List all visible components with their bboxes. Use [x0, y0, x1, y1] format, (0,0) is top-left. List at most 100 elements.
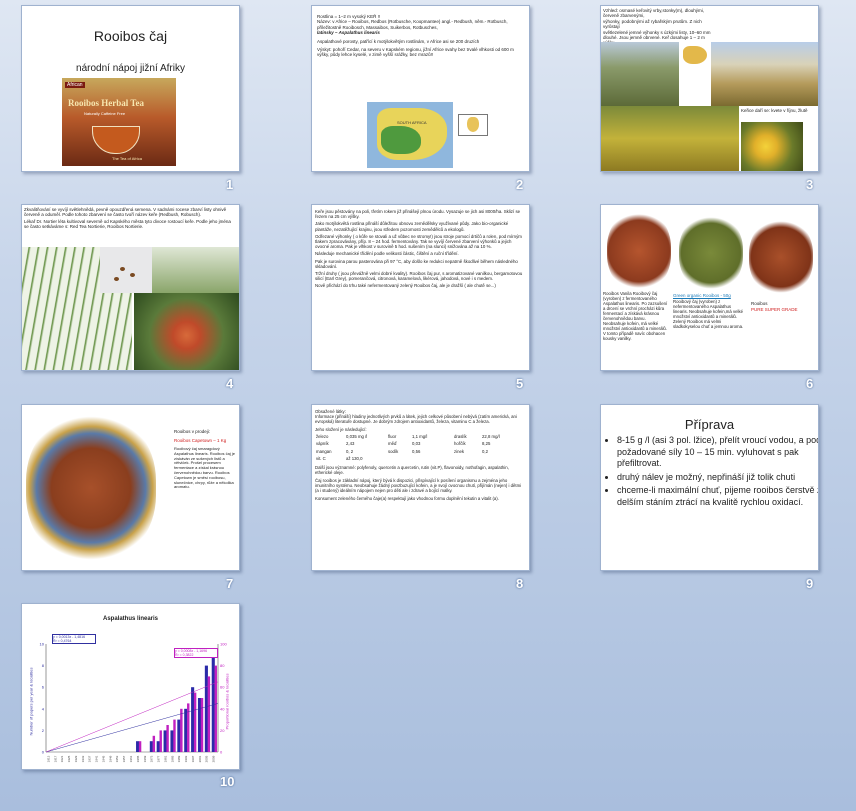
- x-tick-label: 1961: [129, 755, 133, 762]
- bar-papers: [136, 741, 140, 752]
- slide-3-line: Vzhled: osmasé keřovitý vrby,stonky(m), …: [603, 8, 704, 19]
- x-tick-label: 1921: [60, 755, 64, 762]
- slide-6-col3-title: Rooibos: [751, 301, 768, 306]
- seed: [114, 277, 119, 281]
- slide-number-3: 3: [806, 177, 814, 192]
- slide-2-line: latinsky – Aspalathus linearis: [317, 30, 380, 36]
- table-cell: železo: [316, 434, 329, 440]
- rooibos-vanila-photo: [607, 211, 671, 291]
- table-cell: 0,03: [412, 441, 421, 447]
- slide-6-col1: Rooibos Vanila Rooibový čaj (vyroben) z …: [603, 291, 668, 341]
- slide-thumbnail-6[interactable]: Rooibos Vanila Rooibový čaj (vyroben) z …: [600, 204, 819, 371]
- table-cell: 1,1 mg/l: [412, 434, 428, 440]
- bar-papers: [170, 730, 174, 752]
- slide-thumbnail-8[interactable]: Obsažené látky: Informace (přináší) hlad…: [311, 404, 530, 571]
- x-tick-label: 1937: [88, 755, 92, 762]
- tea-cup-icon: [92, 126, 140, 154]
- bar-papers: [184, 708, 188, 752]
- slide-1-title: Rooibos čaj: [93, 28, 168, 44]
- x-tick-label: 1945: [101, 755, 105, 762]
- bar-papers: [197, 698, 202, 752]
- slide-5-line: Odřezané výhonky ( o kůře se stovali a u…: [315, 233, 522, 250]
- harvest-photo: [601, 106, 739, 171]
- slide-thumbnail-1[interactable]: Rooibos čaj národní nápoj jižní Afriky A…: [21, 5, 240, 172]
- slide-thumbnail-5[interactable]: Keře jsou pěstovány na poli, třetím roke…: [311, 204, 530, 371]
- bullet-item: chceme-li maximální chuť, pijeme rooibos…: [617, 485, 818, 508]
- africa-shape: [467, 117, 479, 132]
- seeds-photo: [100, 247, 152, 293]
- x-tick-label: 1957: [122, 755, 126, 762]
- bar-proportion: [180, 708, 183, 752]
- bar-proportion: [138, 741, 142, 752]
- table-cell: [481, 455, 501, 462]
- x-tick-label: 1941: [95, 755, 99, 762]
- slide-8-paragraph: Čaj rooibos je základní nápoj, který býv…: [315, 477, 522, 494]
- landscape-photo-2: [711, 42, 818, 106]
- x-tick-label: 1993: [184, 755, 188, 762]
- table-cell: vit. C: [316, 455, 326, 461]
- slide-3-text: Vzhled: osmasé keřovitý vrby,stonky(m), …: [603, 8, 713, 46]
- table-cell: [453, 455, 481, 462]
- bar-proportion: [187, 703, 190, 752]
- table-cell: hořčík: [454, 441, 466, 447]
- x-tick-label: 1969: [143, 755, 147, 762]
- table-cell: [411, 455, 453, 462]
- slide-2-line: Aspalathové porosty, patřící k motýlokvě…: [317, 38, 480, 44]
- map-image: SOUTH AFRICA: [367, 102, 453, 168]
- slide-number-6: 6: [806, 376, 814, 391]
- green-rooibos-photo: [679, 215, 743, 291]
- y2-tick-label: 0: [220, 750, 223, 755]
- table-cell: 0, 2: [346, 448, 354, 454]
- y-tick-label: 8: [42, 663, 45, 668]
- map-label: SOUTH AFRICA: [397, 120, 427, 125]
- slide-thumbnail-2[interactable]: Rostlina = 1–2 m vysoký KEŘ !! Název: v …: [311, 5, 530, 172]
- table-row: vit. C až 130,0: [315, 455, 501, 462]
- slide-5-line: Keře jsou pěstovány na poli, třetím roke…: [315, 209, 521, 220]
- x-tick-label: 2001: [198, 755, 202, 762]
- table-cell: měď: [388, 441, 397, 447]
- slide-thumbnail-7[interactable]: Rooibos v prodeji: Rooibos Capetown – 1 …: [21, 404, 240, 571]
- slide-5-line: Následuje mechanické třídění podle velik…: [315, 251, 459, 257]
- bar-proportion: [173, 719, 176, 752]
- pure-rooibos-photo: [749, 219, 813, 295]
- slide-thumbnail-9[interactable]: Příprava 8-15 g /l (asi 3 pol. lžice), p…: [600, 404, 819, 571]
- table-cell: 0,035 mg /l: [346, 434, 368, 440]
- x-tick-label: 2005: [205, 755, 209, 762]
- x-tick-label: 1913: [46, 755, 50, 762]
- x-tick-label: 1917: [53, 755, 57, 762]
- slide-1-subtitle: národní nápoj jižní Afriky: [76, 63, 185, 74]
- slide-5-line: Tržní druhy ( jsou převážně velmi dobré …: [315, 271, 523, 282]
- south-africa-map-small: [679, 42, 711, 68]
- slide-number-10: 10: [220, 774, 235, 789]
- slide-7-product-name: Rooibos Capetown – 1 Kg: [174, 438, 227, 443]
- slide-2-line: Výskyt: pohoří Cedar, na severu v Kapské…: [317, 47, 514, 58]
- x-tick-label: 1933: [81, 755, 85, 762]
- x-tick-label: 1989: [177, 755, 181, 762]
- landscape-photo-1: [601, 42, 679, 106]
- table-row: mangan 0, 2 sodík 0,56 zinek 0,2: [315, 448, 501, 455]
- x-tick-label: 1965: [136, 755, 140, 762]
- x-tick-label: 1925: [67, 755, 71, 762]
- x-tick-label: 1985: [170, 755, 174, 762]
- bar-papers: [177, 719, 181, 752]
- slide-8-table-title: Jeho složení je následující:: [315, 427, 367, 433]
- slide-thumbnail-4[interactable]: Zkvalitňování se vyvíjí světlehnědá, pev…: [21, 204, 240, 371]
- slide-8-paragraph: Informace (přináší) hladiny jednotlivých…: [315, 414, 517, 425]
- left-axis-label: Number of papers per year & localities: [28, 667, 34, 736]
- bar-papers: [163, 730, 167, 752]
- table-row: vápník 2,43 měď 0,03 hořčík 8,25: [315, 440, 501, 447]
- legend-box-1: y = 0,0013x - 1,4816 R² = 0,4764: [52, 634, 96, 644]
- flower-top-photo: [152, 247, 239, 293]
- slide-4-text: Zkvalitňování se vyvíjí světlehnědá, pev…: [24, 207, 236, 230]
- bullet-item: druhý nálev je možný, nepřináší již toli…: [617, 472, 818, 484]
- slide-8-paragraph: Další jsou významné: polyfenoly, quercet…: [315, 464, 509, 475]
- bar-papers: [204, 665, 208, 752]
- map-region: [381, 126, 421, 154]
- slide-8-paragraph: Konsument zeleného černého čaje(a) respe…: [315, 496, 499, 502]
- slide-thumbnail-3[interactable]: Vzhled: osmasé keřovitý vrby,stonky(m), …: [600, 5, 819, 172]
- slide-thumbnail-10[interactable]: Aspalathus linearis 0 2 4 6 8 10 0 20 40 60 80 100 1…: [21, 603, 240, 770]
- bar-proportion: [214, 665, 217, 752]
- slide-4-line: Zkvalitňování se vyvíjí světlehnědá, pev…: [24, 207, 227, 218]
- slide-7-desc: Rooibový čaj smaragdový Aspalathus linea…: [174, 446, 235, 490]
- y-tick-label: 10: [40, 642, 45, 647]
